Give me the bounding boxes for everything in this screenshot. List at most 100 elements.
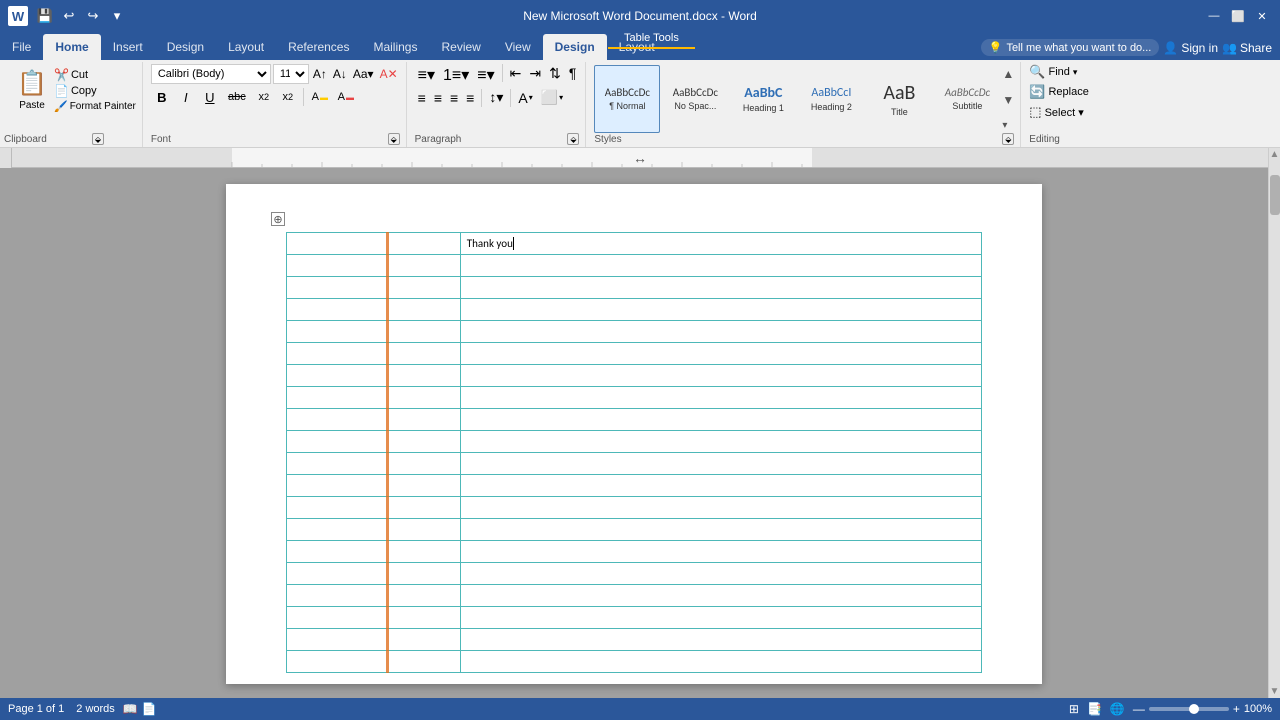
save-quick-btn[interactable]: 💾	[34, 5, 56, 27]
table-cell[interactable]	[287, 409, 461, 431]
customize-quick-btn[interactable]: ▾	[106, 5, 128, 27]
change-case-btn[interactable]: Aa▾	[351, 66, 376, 82]
col-resize-handle[interactable]	[386, 232, 389, 673]
redo-quick-btn[interactable]: ↪	[82, 5, 104, 27]
table-cell[interactable]	[287, 343, 461, 365]
format-painter-button[interactable]: Format Painter	[70, 101, 136, 112]
scroll-up-btn[interactable]: ▲	[1270, 148, 1280, 161]
table-cell[interactable]	[460, 255, 981, 277]
decrease-font-btn[interactable]: A↓	[331, 66, 349, 82]
table-cell[interactable]	[287, 453, 461, 475]
table-cell[interactable]	[460, 607, 981, 629]
table-cell[interactable]	[460, 299, 981, 321]
share-btn[interactable]: 👥 Share	[1222, 41, 1272, 55]
table-cell[interactable]	[460, 321, 981, 343]
increase-indent-btn[interactable]: ⇥	[526, 64, 544, 86]
font-expand-btn[interactable]: ⬙	[388, 133, 400, 145]
table-cell[interactable]	[460, 519, 981, 541]
table-cell[interactable]	[460, 453, 981, 475]
table-cell[interactable]	[460, 541, 981, 563]
table-cell[interactable]	[287, 255, 461, 277]
table-cell[interactable]	[287, 475, 461, 497]
table-cell[interactable]	[460, 409, 981, 431]
superscript-btn[interactable]: x2	[277, 86, 299, 108]
shading-btn[interactable]: A▾	[515, 89, 535, 107]
scroll-thumb[interactable]	[1270, 175, 1280, 215]
view-layout-btn[interactable]: ⊞	[1069, 702, 1079, 716]
table-cell[interactable]	[287, 541, 461, 563]
tab-design[interactable]: Design	[155, 34, 216, 60]
clear-format-btn[interactable]: A✕	[378, 66, 400, 82]
find-btn[interactable]: Find	[1048, 66, 1069, 78]
copy-button[interactable]: Copy	[71, 85, 97, 97]
style-no-spacing[interactable]: AaBbCcDc No Spac...	[662, 65, 728, 133]
tab-review[interactable]: Review	[429, 34, 492, 60]
table-cell[interactable]	[460, 387, 981, 409]
style-subtitle[interactable]: AaBbCcDc Subtitle	[934, 65, 1000, 133]
table-cell[interactable]	[287, 607, 461, 629]
table-cell[interactable]	[460, 277, 981, 299]
table-cell[interactable]	[287, 299, 461, 321]
clipboard-expand-btn[interactable]: ⬙	[92, 133, 104, 145]
numbering-btn[interactable]: 1≡▾	[440, 64, 472, 86]
styles-expand-btn[interactable]: ⬙	[1002, 133, 1014, 145]
underline-btn[interactable]: U	[199, 86, 221, 108]
subscript-btn[interactable]: x2	[253, 86, 275, 108]
tab-file[interactable]: File	[0, 34, 43, 60]
tab-insert[interactable]: Insert	[101, 34, 155, 60]
replace-btn[interactable]: Replace	[1048, 86, 1088, 98]
paragraph-expand-btn[interactable]: ⬙	[567, 133, 579, 145]
style-heading2[interactable]: AaBbCcI Heading 2	[798, 65, 864, 133]
table-cell[interactable]	[287, 629, 461, 651]
align-left-btn[interactable]: ≡	[415, 89, 429, 107]
font-size-selector[interactable]: 11	[273, 64, 309, 84]
tab-mailings[interactable]: Mailings	[361, 34, 429, 60]
tell-me-box[interactable]: 💡 Tell me what you want to do...	[981, 39, 1160, 56]
undo-quick-btn[interactable]: ↩	[58, 5, 80, 27]
font-color-btn[interactable]: A▬	[334, 86, 358, 108]
table-cell[interactable]	[287, 277, 461, 299]
zoom-slider[interactable]	[1149, 707, 1229, 711]
vertical-scrollbar[interactable]: ▲ ▼	[1268, 148, 1280, 698]
cut-button[interactable]: Cut	[71, 69, 88, 81]
bold-btn[interactable]: B	[151, 86, 173, 108]
paste-button[interactable]: 📋 Paste	[10, 64, 54, 116]
tab-home[interactable]: Home	[43, 34, 100, 60]
text-highlight-btn[interactable]: A▬	[308, 86, 332, 108]
minimize-btn[interactable]: —	[1204, 6, 1224, 26]
table-cell[interactable]	[287, 585, 461, 607]
table-cell[interactable]	[460, 497, 981, 519]
style-title[interactable]: AaB Title	[866, 65, 932, 133]
close-btn[interactable]: ✕	[1252, 6, 1272, 26]
strikethrough-btn[interactable]: abc	[223, 86, 251, 108]
sign-in-btn[interactable]: 👤 Sign in	[1163, 41, 1218, 55]
sort-btn[interactable]: ⇅	[546, 64, 564, 86]
table-cell[interactable]	[460, 651, 981, 673]
align-center-btn[interactable]: ≡	[431, 89, 445, 107]
tab-view[interactable]: View	[493, 34, 543, 60]
styles-scroll-down-btn[interactable]: ▼	[1002, 93, 1014, 107]
show-marks-btn[interactable]: ¶	[566, 64, 580, 86]
zoom-in-btn[interactable]: +	[1233, 702, 1240, 716]
table-cell[interactable]	[287, 651, 461, 673]
justify-btn[interactable]: ≡	[463, 89, 477, 107]
table-cell-content[interactable]: Thank you	[460, 233, 981, 255]
line-spacing-btn[interactable]: ↕▾	[486, 88, 506, 107]
tab-table-design[interactable]: Design	[543, 34, 607, 60]
multilevel-btn[interactable]: ≡▾	[474, 64, 497, 86]
table-cell[interactable]	[460, 629, 981, 651]
decrease-indent-btn[interactable]: ⇤	[507, 64, 525, 86]
table-cell[interactable]	[460, 431, 981, 453]
select-btn[interactable]: Select ▾	[1045, 106, 1084, 119]
table-move-handle[interactable]: ⊕	[271, 212, 285, 226]
style-heading1[interactable]: AaBbC Heading 1	[730, 65, 796, 133]
table-cell[interactable]	[460, 475, 981, 497]
table-cell[interactable]	[460, 585, 981, 607]
table-cell[interactable]	[287, 233, 461, 255]
table-cell[interactable]	[287, 519, 461, 541]
style-normal[interactable]: AaBbCcDc ¶ Normal	[594, 65, 660, 133]
table-cell[interactable]	[287, 321, 461, 343]
italic-btn[interactable]: I	[175, 86, 197, 108]
view-read-btn[interactable]: 📑	[1087, 702, 1102, 716]
table-cell[interactable]	[287, 497, 461, 519]
